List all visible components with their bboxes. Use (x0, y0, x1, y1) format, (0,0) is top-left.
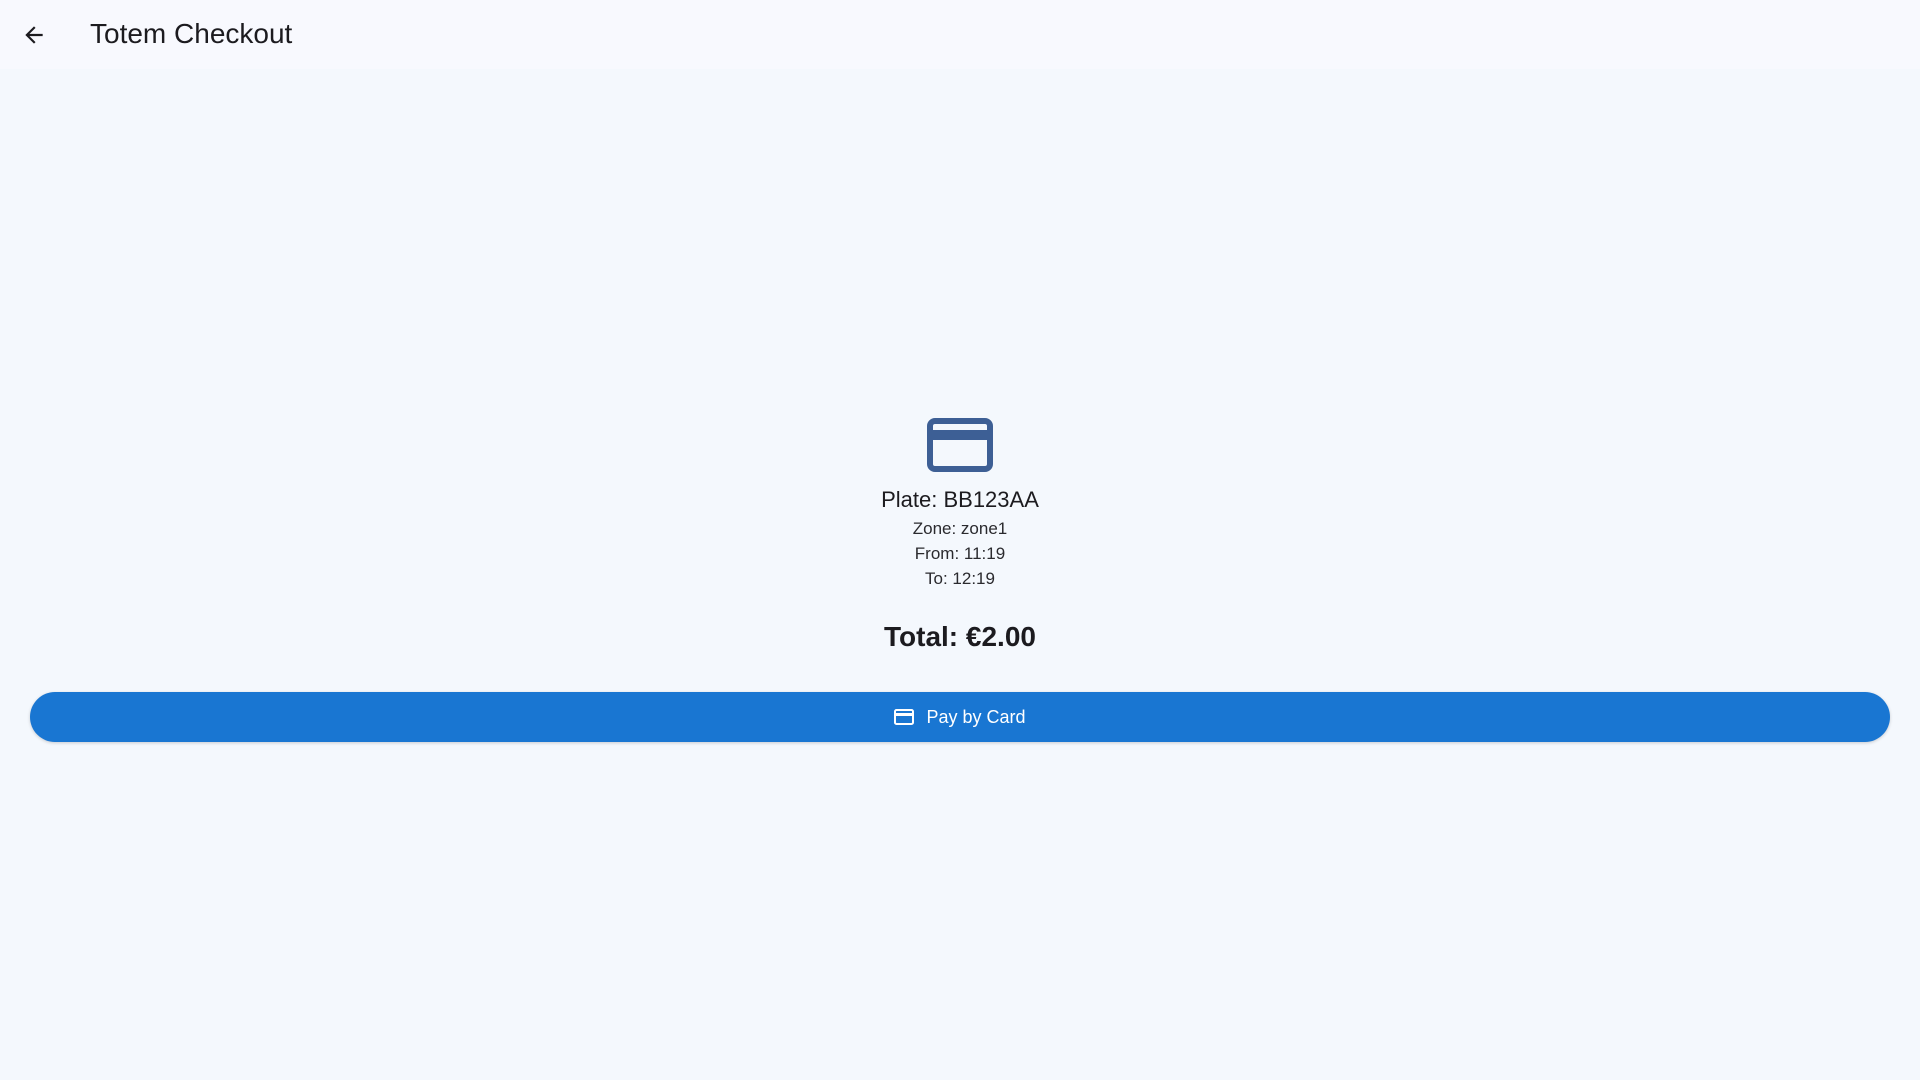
pay-button-label: Pay by Card (926, 706, 1026, 727)
app-bar: Totem Checkout (0, 0, 1920, 69)
pay-by-card-button[interactable]: Pay by Card (30, 692, 1890, 742)
from-time: From: 11:19 (914, 544, 1006, 563)
total-amount: Total: €2.00 (884, 621, 1036, 652)
arrow-back-icon (25, 26, 43, 44)
checkout-summary: Plate: BB123AA Zone: zone1 From: 11:19 T… (0, 418, 1920, 655)
page-title: Totem Checkout (90, 18, 293, 49)
to-time: To: 12:19 (925, 569, 995, 588)
credit-card-icon (894, 709, 915, 725)
credit-card-icon (927, 418, 993, 472)
zone-label: Zone: zone1 (912, 519, 1008, 538)
plate-number: Plate: BB123AA (881, 487, 1039, 512)
back-button[interactable] (14, 15, 54, 55)
